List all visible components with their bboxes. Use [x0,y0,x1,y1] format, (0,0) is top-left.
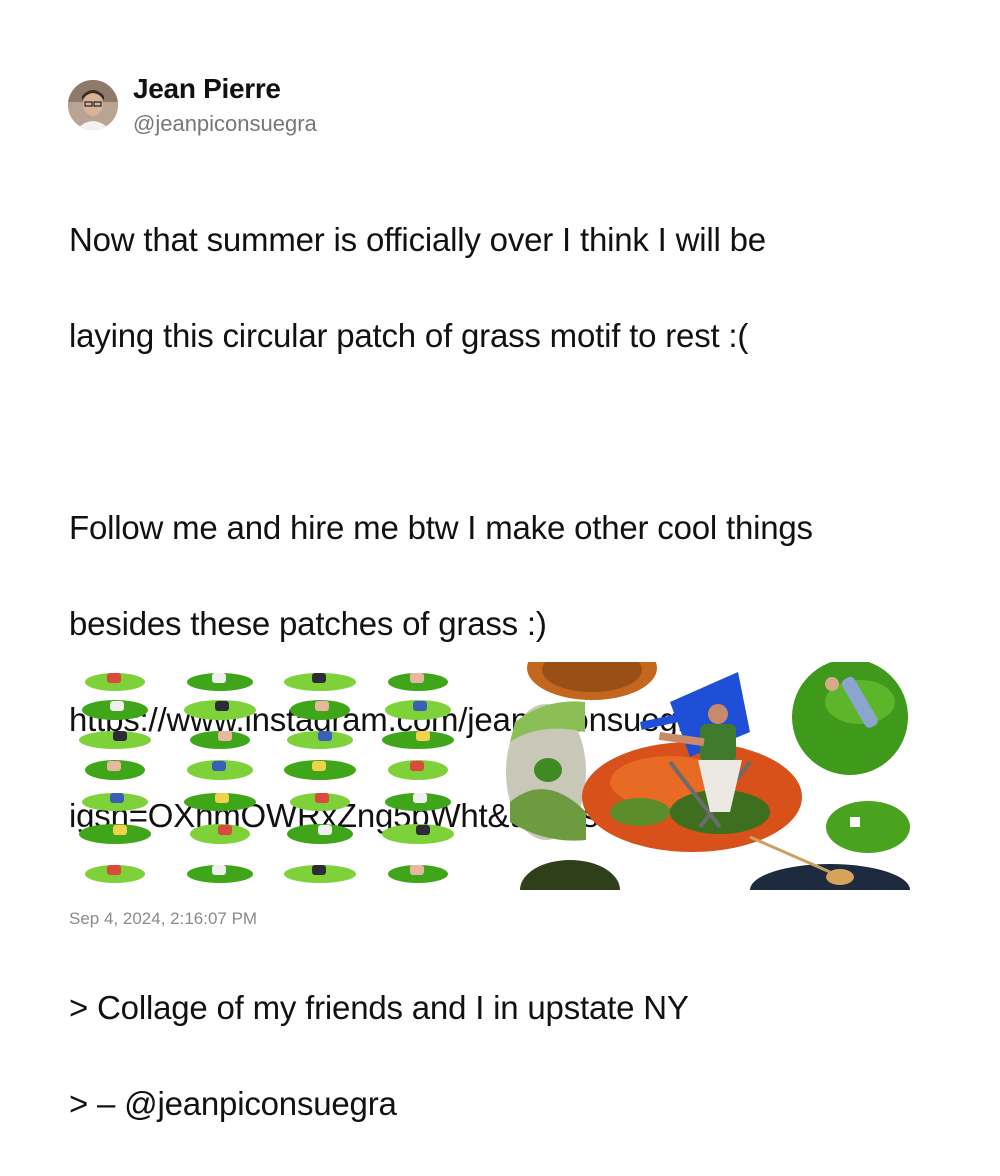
person-figure [312,865,326,875]
person-figure [416,731,430,741]
tweet-media[interactable] [70,662,930,890]
person-figure [107,673,121,683]
person-figure [107,865,121,875]
person-figure [215,793,229,803]
quote-line: > Collage of my friends and I in upstate… [69,989,689,1026]
person-figure [212,761,226,771]
person-figure [315,793,329,803]
quote-attribution: > – @jeanpiconsuegra [69,1085,397,1122]
person-figure [410,865,424,875]
person-figure [318,731,332,741]
person-figure [218,731,232,741]
person-figure [315,701,329,711]
person-figure [410,761,424,771]
grid-of-grass-patch-collage[interactable] [79,673,454,883]
person-figure [410,673,424,683]
tweet-line: laying this circular patch of grass moti… [69,317,749,354]
person-figure [416,825,430,835]
tweet-line: Now that summer is officially over I thi… [69,221,766,258]
person-figure [110,701,124,711]
large-grass-patch-collage[interactable] [506,662,910,890]
person-figure [107,761,121,771]
author-name[interactable]: Jean Pierre [133,72,281,106]
tweet-timestamp[interactable]: Sep 4, 2024, 2:16:07 PM [69,908,257,930]
person-figure [318,825,332,835]
profile-photo-avatar [68,80,118,130]
person-figure [312,673,326,683]
person-figure [312,761,326,771]
media-collage [79,662,910,890]
person-figure [413,793,427,803]
tweet-line: Follow me and hire me btw I make other c… [69,509,813,546]
person-figure [218,825,232,835]
person-figure [413,701,427,711]
person-figure [113,731,127,741]
person-figure [110,793,124,803]
person-figure [212,865,226,875]
author-handle[interactable]: @jeanpiconsuegra [133,110,317,138]
person-figure [215,701,229,711]
person-figure [212,673,226,683]
person-figure [113,825,127,835]
tweet-line: besides these patches of grass :) [69,605,547,642]
author-avatar[interactable] [68,80,118,130]
